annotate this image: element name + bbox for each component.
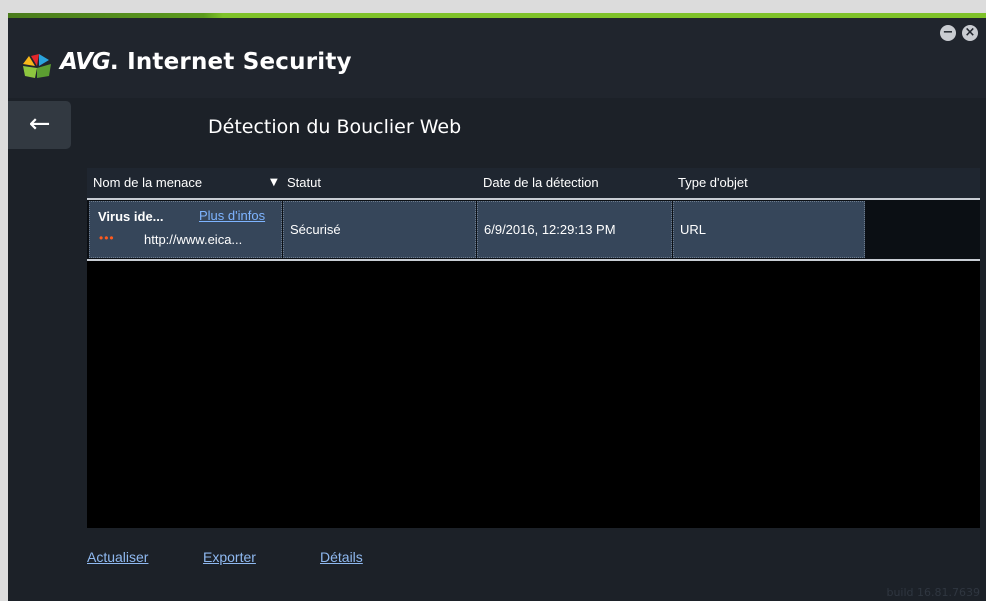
column-header-status[interactable]: Statut bbox=[287, 168, 321, 198]
column-header-threat[interactable]: Nom de la menace bbox=[93, 168, 202, 198]
app-window: AVG. Internet Security − × ← Détection d… bbox=[8, 13, 986, 601]
minimize-button[interactable]: − bbox=[940, 25, 956, 41]
type-value: URL bbox=[680, 222, 707, 237]
app-brand: AVG bbox=[60, 49, 111, 75]
date-value: 6/9/2016, 12:29:13 PM bbox=[484, 222, 616, 237]
column-header-type[interactable]: Type d'objet bbox=[678, 168, 748, 198]
details-link[interactable]: Détails bbox=[320, 549, 363, 565]
close-button[interactable]: × bbox=[962, 25, 978, 41]
threat-name: Virus ide... bbox=[98, 209, 164, 224]
status-cell: Sécurisé bbox=[283, 201, 476, 258]
refresh-link[interactable]: Actualiser bbox=[87, 549, 148, 565]
back-button[interactable]: ← bbox=[8, 101, 71, 149]
build-number: build 16.81.7639 bbox=[886, 586, 980, 599]
type-cell: URL bbox=[673, 201, 865, 258]
table-header: Nom de la menace ▼ Statut Date de la dét… bbox=[87, 168, 980, 200]
detection-table: Nom de la menace ▼ Statut Date de la dét… bbox=[87, 168, 980, 528]
sort-descending-icon[interactable]: ▼ bbox=[270, 168, 278, 198]
page-title: Détection du Bouclier Web bbox=[208, 116, 462, 138]
threat-cell: Virus ide... Plus d'infos ••• http://www… bbox=[89, 201, 282, 258]
app-product: Internet Security bbox=[127, 49, 352, 75]
severity-dots-icon: ••• bbox=[99, 231, 115, 245]
table-row[interactable]: Virus ide... Plus d'infos ••• http://www… bbox=[87, 200, 980, 261]
export-link[interactable]: Exporter bbox=[203, 549, 256, 565]
app-title: AVG. Internet Security bbox=[60, 49, 352, 75]
status-value: Sécurisé bbox=[290, 222, 341, 237]
threat-url: http://www.eica... bbox=[144, 232, 243, 247]
avg-logo-icon bbox=[23, 54, 51, 78]
column-header-date[interactable]: Date de la détection bbox=[483, 168, 599, 198]
more-info-link[interactable]: Plus d'infos bbox=[199, 208, 265, 223]
date-cell: 6/9/2016, 12:29:13 PM bbox=[477, 201, 672, 258]
